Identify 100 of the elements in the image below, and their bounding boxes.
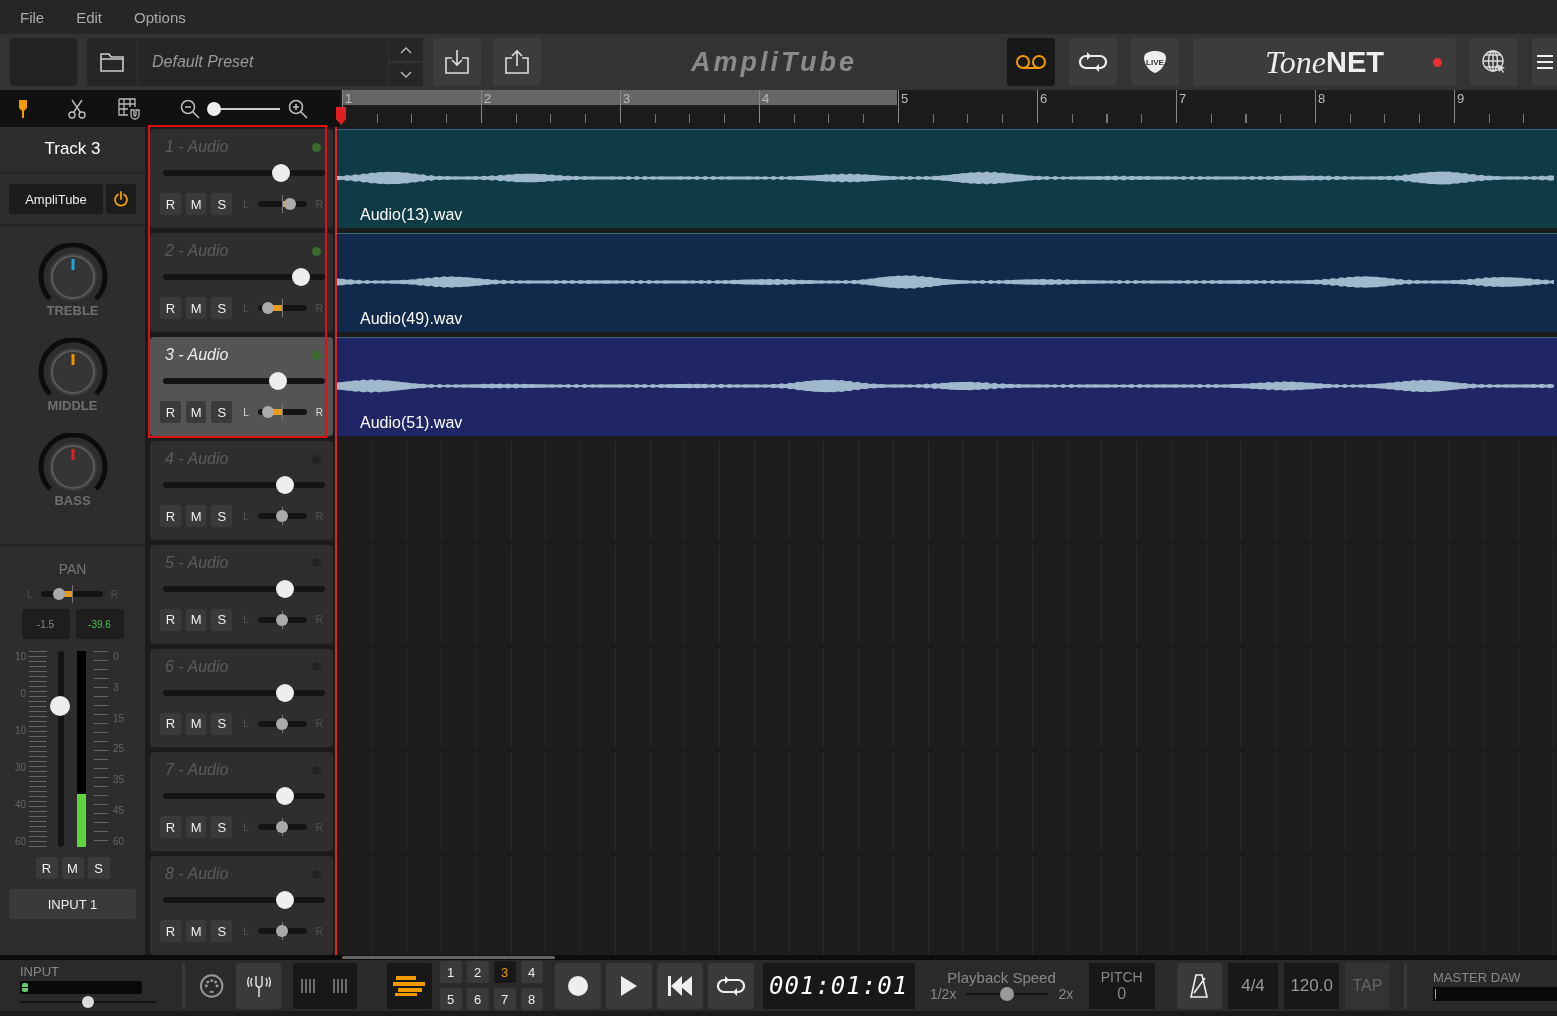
pan-thumb[interactable]: [262, 302, 275, 314]
scene-button[interactable]: 1: [439, 961, 462, 983]
track-button[interactable]: S: [211, 816, 233, 839]
scene-button[interactable]: 7: [493, 988, 516, 1010]
pan-slider[interactable]: [257, 820, 307, 835]
track-button[interactable]: S: [211, 401, 233, 423]
zoom-slider[interactable]: [208, 101, 280, 116]
pan-thumb[interactable]: [276, 613, 289, 626]
menu-item[interactable]: File: [8, 8, 57, 26]
track-button[interactable]: R: [160, 608, 181, 631]
volume-slider[interactable]: [163, 372, 325, 390]
input-button[interactable]: INPUT 1: [9, 889, 136, 919]
track-button[interactable]: S: [211, 920, 233, 943]
track-button[interactable]: R: [160, 816, 181, 839]
pan-slider[interactable]: [257, 509, 307, 523]
pitch-display[interactable]: PITCH 0: [1088, 962, 1155, 1009]
pan-slider[interactable]: [40, 587, 103, 601]
play-button[interactable]: [605, 962, 652, 1009]
scissors-icon[interactable]: [68, 98, 86, 119]
track-button[interactable]: M: [185, 920, 207, 943]
input-gain-slider[interactable]: [20, 995, 156, 1008]
pan-thumb[interactable]: [262, 406, 275, 418]
pan-slider[interactable]: [257, 301, 307, 315]
next-preset-button[interactable]: [389, 63, 423, 86]
midi-icon[interactable]: [198, 972, 225, 999]
import-button[interactable]: [433, 38, 481, 86]
loop-button[interactable]: [707, 962, 754, 1009]
gain-thumb[interactable]: [82, 995, 94, 1008]
pan-slider[interactable]: [257, 197, 307, 211]
audio-clip[interactable]: Audio(51).wav: [335, 336, 1557, 436]
track-button[interactable]: M: [185, 193, 207, 215]
volume-slider[interactable]: [163, 683, 325, 702]
volume-thumb[interactable]: [275, 579, 294, 598]
track-button[interactable]: R: [160, 712, 181, 735]
volume-thumb[interactable]: [291, 268, 310, 286]
scene-button[interactable]: 6: [466, 988, 489, 1010]
metronome-button[interactable]: [1176, 962, 1222, 1009]
menu-item[interactable]: Options: [122, 8, 198, 26]
channel-button[interactable]: S: [87, 857, 110, 879]
track-button[interactable]: S: [211, 193, 233, 215]
scene-button[interactable]: 2: [466, 961, 489, 983]
volume-slider[interactable]: [163, 891, 325, 910]
audio-clip[interactable]: Audio(13).wav: [335, 129, 1557, 228]
tonenet-panel[interactable]: ToneNET: [1193, 38, 1456, 86]
volume-thumb[interactable]: [275, 683, 294, 702]
rewind-button[interactable]: [656, 962, 703, 1009]
pan-thumb[interactable]: [276, 717, 289, 730]
volume-slider[interactable]: [163, 268, 325, 286]
playhead-marker[interactable]: [336, 107, 346, 125]
volume-thumb[interactable]: [272, 164, 291, 182]
track-button[interactable]: R: [160, 920, 181, 943]
track-button[interactable]: M: [185, 401, 207, 423]
speed-slider[interactable]: [966, 987, 1049, 1001]
zoom-out-icon[interactable]: [180, 98, 200, 119]
marker-icon[interactable]: [18, 98, 28, 119]
track-strip[interactable]: 3 - Audio R M S L R: [150, 337, 333, 436]
volume-slider[interactable]: [163, 164, 325, 182]
pan-slider[interactable]: [257, 405, 307, 419]
track-button[interactable]: M: [185, 816, 207, 839]
zoom-in-icon[interactable]: [288, 98, 308, 119]
record-button[interactable]: [554, 962, 601, 1009]
channel-button[interactable]: M: [61, 857, 84, 879]
power-button[interactable]: [106, 184, 136, 214]
track-button[interactable]: M: [185, 712, 207, 735]
scene-button[interactable]: 3: [493, 961, 516, 983]
volume-slider[interactable]: [163, 579, 325, 598]
pan-thumb[interactable]: [276, 925, 289, 938]
web-button[interactable]: [1470, 38, 1518, 86]
time-signature[interactable]: 4/4: [1227, 962, 1279, 1009]
sync-button[interactable]: [1069, 38, 1117, 86]
tracks-view-button[interactable]: [386, 962, 432, 1009]
track-button[interactable]: S: [211, 712, 233, 735]
menu-item[interactable]: Edit: [64, 8, 115, 26]
export-button[interactable]: [493, 38, 541, 86]
volume-thumb[interactable]: [275, 476, 294, 494]
scene-button[interactable]: 4: [520, 961, 543, 983]
volume-thumb[interactable]: [269, 372, 287, 390]
loop-record-button[interactable]: [1007, 38, 1055, 86]
zoom-thumb[interactable]: [206, 101, 221, 116]
scrollbar-thumb[interactable]: [342, 956, 555, 959]
track-lane[interactable]: [335, 856, 1557, 955]
live-button[interactable]: LIVE: [1131, 38, 1179, 86]
tempo-display[interactable]: 120.0: [1284, 962, 1339, 1009]
volume-fader[interactable]: [50, 651, 72, 847]
pan-thumb[interactable]: [283, 198, 296, 210]
track-button[interactable]: S: [211, 608, 233, 631]
menu-button[interactable]: [1532, 38, 1557, 86]
track-button[interactable]: R: [160, 193, 181, 215]
track-button[interactable]: S: [211, 505, 233, 527]
open-preset-button[interactable]: [87, 38, 137, 86]
pan-slider[interactable]: [257, 612, 307, 627]
volume-slider[interactable]: [163, 787, 325, 806]
preset-field[interactable]: Default Preset: [138, 38, 388, 86]
track-button[interactable]: M: [185, 505, 207, 527]
grid-magnet-icon[interactable]: [118, 97, 142, 120]
scene-button[interactable]: 5: [439, 988, 462, 1010]
tuner-button[interactable]: [236, 962, 282, 1009]
pan-slider[interactable]: [257, 924, 307, 939]
pan-slider[interactable]: [257, 716, 307, 731]
volume-thumb[interactable]: [275, 787, 294, 806]
